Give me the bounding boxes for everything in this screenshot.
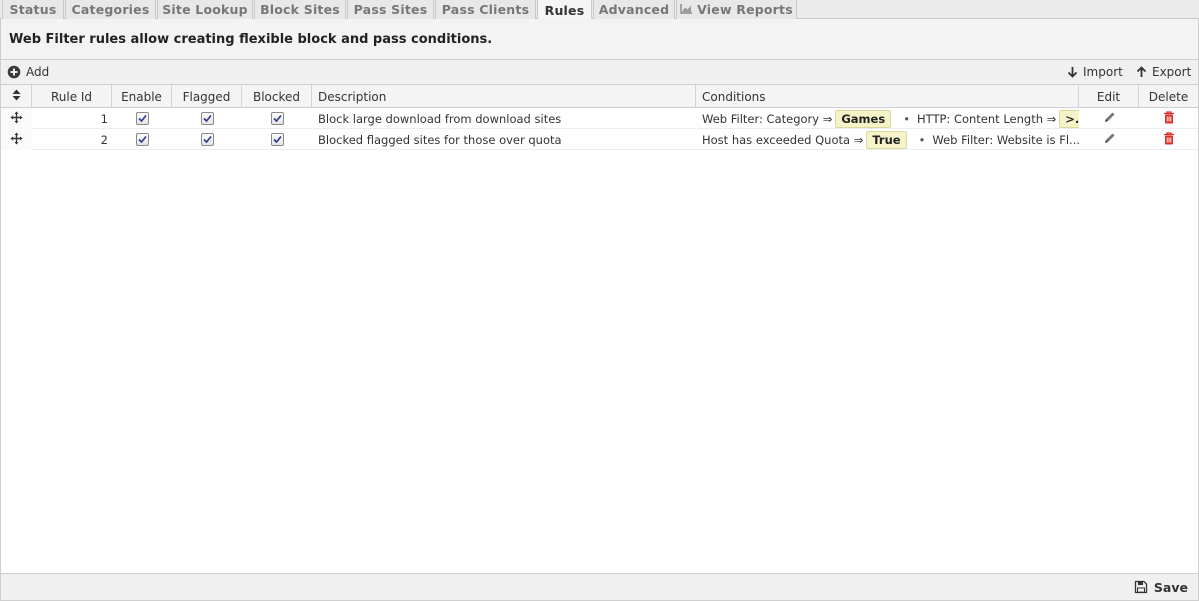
condition-label: Web Filter: Website is Fl... <box>932 132 1079 147</box>
rule-description: Blocked flagged sites for those over quo… <box>318 132 562 147</box>
tab-rules[interactable]: Rules <box>537 0 592 20</box>
rule-id: 1 <box>100 111 108 126</box>
tab-label: Site Lookup <box>162 2 248 17</box>
rule-conditions: Web Filter: Category ⇒ Games • HTTP: Con… <box>696 108 1079 129</box>
delete-button[interactable] <box>1139 108 1198 129</box>
enable-checkbox[interactable] <box>112 108 172 129</box>
import-button[interactable]: Import <box>1067 60 1123 84</box>
condition-value: Games <box>835 109 892 128</box>
tab-pass-sites[interactable]: Pass Sites <box>347 0 434 19</box>
condition-separator: • <box>918 132 926 147</box>
condition-label: Web Filter: Category ⇒ <box>702 111 833 126</box>
condition-value: True <box>866 130 907 149</box>
drag-handle[interactable] <box>1 129 32 150</box>
export-label: Export <box>1152 65 1192 79</box>
condition-label: HTTP: Content Length ⇒ <box>916 111 1057 126</box>
delete-button[interactable] <box>1139 129 1198 150</box>
panel-description: Web Filter rules allow creating flexible… <box>0 19 1199 59</box>
rule-conditions: Host has exceeded Quota ⇒ True • Web Fil… <box>696 129 1079 150</box>
enable-checkbox[interactable] <box>112 129 172 150</box>
save-label: Save <box>1153 579 1188 595</box>
trash-icon <box>1163 131 1175 148</box>
column-header-delete[interactable]: Delete <box>1139 85 1198 108</box>
checkmark-icon <box>270 112 284 125</box>
column-header-flagged[interactable]: Flagged <box>172 85 242 108</box>
tab-advanced[interactable]: Advanced <box>593 0 675 19</box>
tab-label: Advanced <box>598 2 670 17</box>
floppy-disk-icon <box>1134 580 1148 594</box>
save-button[interactable]: Save <box>1134 574 1188 600</box>
blocked-checkbox[interactable] <box>242 129 312 150</box>
rules-grid: Rule Id Enable Flagged Blocked Descripti… <box>0 85 1199 573</box>
column-header-conditions[interactable]: Conditions <box>696 85 1079 108</box>
checkmark-icon <box>200 112 214 125</box>
grid-toolbar: Add Import Export <box>0 59 1199 85</box>
checkmark-icon <box>135 133 149 146</box>
tab-label: Block Sites <box>260 2 340 17</box>
sort-icon <box>12 89 21 104</box>
checkmark-icon <box>200 133 214 146</box>
tab-label: Categories <box>71 2 150 17</box>
condition-label: Host has exceeded Quota ⇒ <box>702 132 864 147</box>
column-header-sort[interactable] <box>1 85 32 108</box>
table-row[interactable]: 2 Blocked flagged sites for those over q… <box>1 129 1198 150</box>
column-header-blocked[interactable]: Blocked <box>242 85 312 108</box>
web-filter-rules-panel: Status Categories Site Lookup Block Site… <box>0 0 1199 601</box>
column-header-rule-id[interactable]: Rule Id <box>32 85 112 108</box>
tab-view-reports[interactable]: View Reports <box>676 0 797 19</box>
add-button[interactable]: Add <box>7 60 49 84</box>
chart-icon <box>680 3 693 17</box>
column-header-enable[interactable]: Enable <box>112 85 172 108</box>
import-label: Import <box>1083 65 1123 79</box>
rule-description: Block large download from download sites <box>318 111 562 126</box>
tab-label: Pass Clients <box>441 2 530 17</box>
add-circle-icon <box>7 65 21 79</box>
move-icon <box>10 132 23 148</box>
tab-status[interactable]: Status <box>2 0 64 19</box>
condition-separator: • <box>903 111 910 126</box>
edit-button[interactable] <box>1079 108 1139 129</box>
column-header-edit[interactable]: Edit <box>1079 85 1139 108</box>
tab-label: Status <box>9 2 57 17</box>
tab-site-lookup[interactable]: Site Lookup <box>157 0 253 19</box>
export-button[interactable]: Export <box>1136 60 1191 84</box>
tab-label: Pass Sites <box>353 2 428 17</box>
move-icon <box>10 111 23 127</box>
tab-pass-clients[interactable]: Pass Clients <box>435 0 536 19</box>
add-label: Add <box>26 65 50 79</box>
flagged-checkbox[interactable] <box>172 129 242 150</box>
checkmark-icon <box>135 112 149 125</box>
rule-id: 2 <box>100 132 108 147</box>
condition-value: >... <box>1059 109 1079 128</box>
arrow-down-icon <box>1067 66 1078 78</box>
arrow-up-icon <box>1136 66 1147 78</box>
tab-block-sites[interactable]: Block Sites <box>254 0 346 19</box>
grid-footer: Save <box>0 573 1199 601</box>
table-row[interactable]: 1 Block large download from download sit… <box>1 108 1198 129</box>
blocked-checkbox[interactable] <box>242 108 312 129</box>
drag-handle[interactable] <box>1 108 32 129</box>
column-header-description[interactable]: Description <box>312 85 696 108</box>
flagged-checkbox[interactable] <box>172 108 242 129</box>
checkmark-icon <box>270 133 284 146</box>
edit-button[interactable] <box>1079 129 1139 150</box>
pencil-icon <box>1103 132 1116 148</box>
pencil-icon <box>1103 111 1116 127</box>
tab-label: View Reports <box>697 2 793 17</box>
tab-bar: Status Categories Site Lookup Block Site… <box>0 0 1199 20</box>
tab-label: Rules <box>544 2 585 18</box>
grid-header: Rule Id Enable Flagged Blocked Descripti… <box>1 85 1198 108</box>
tab-categories[interactable]: Categories <box>65 0 156 19</box>
trash-icon <box>1163 110 1175 127</box>
